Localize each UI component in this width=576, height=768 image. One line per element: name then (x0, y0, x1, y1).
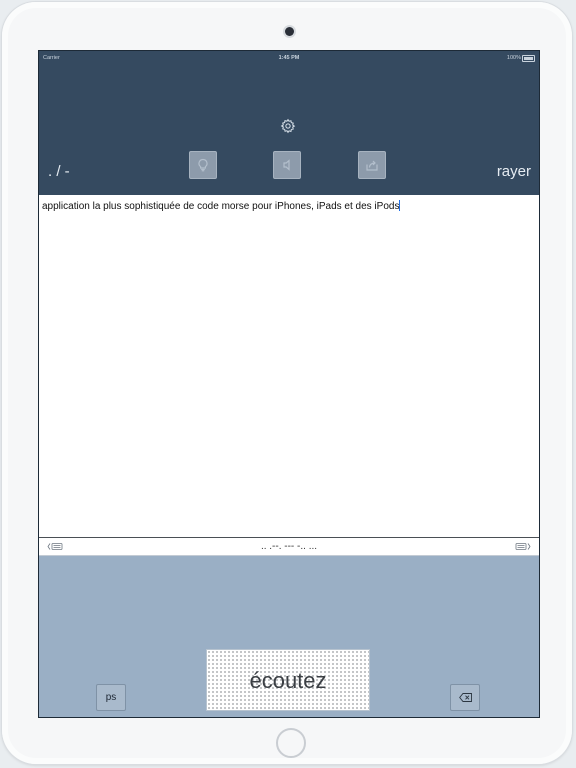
flashlight-button[interactable] (189, 151, 217, 179)
speaker-icon (283, 159, 290, 171)
status-time: 1:45 PM (278, 55, 300, 61)
morse-code-output: .. .--. --- -.. ... (260, 541, 318, 552)
app-screen: Carrier 1:45 PM 100% . / - rayer applica… (38, 50, 540, 718)
text-caret (399, 200, 401, 211)
editor-text-value: application la plus sophistiquée de code… (42, 201, 400, 212)
keyboard-right-icon[interactable] (515, 542, 531, 551)
listen-button[interactable]: écoutez (206, 649, 370, 711)
ps-button[interactable]: ps (96, 684, 126, 711)
battery-icon (522, 55, 535, 62)
morse-output-bar: .. .--. --- -.. ... (39, 538, 539, 556)
sound-button[interactable] (273, 151, 301, 179)
backspace-icon (459, 693, 472, 702)
status-battery-level: 100% (506, 55, 521, 61)
header-bar: Carrier 1:45 PM 100% . / - rayer (39, 51, 539, 195)
gear-icon[interactable] (279, 118, 297, 136)
listen-label: écoutez (249, 668, 327, 693)
clear-button[interactable]: rayer (497, 163, 531, 180)
share-button[interactable] (358, 151, 386, 179)
morse-keypad: écoutez ps (39, 556, 539, 717)
delete-button[interactable] (450, 684, 480, 711)
morse-separator-label[interactable]: . / - (48, 163, 70, 180)
status-bar: Carrier 1:45 PM 100% (39, 51, 539, 65)
front-camera (285, 27, 294, 36)
text-editor[interactable]: application la plus sophistiquée de code… (39, 195, 539, 538)
share-icon (366, 160, 378, 171)
editor-text: application la plus sophistiquée de code… (42, 200, 401, 212)
home-button[interactable] (276, 728, 306, 758)
lightbulb-icon (198, 158, 208, 172)
